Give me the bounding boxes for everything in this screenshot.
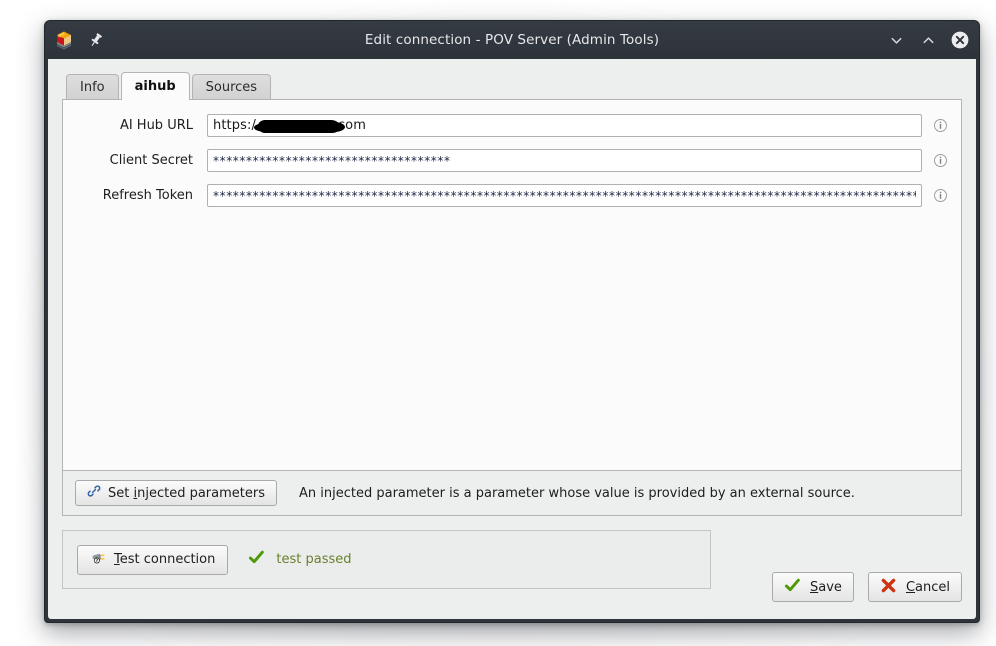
chevron-up-icon[interactable] [919,31,937,49]
save-button[interactable]: Save [772,572,854,602]
window-title: Edit connection - POV Server (Admin Tool… [45,32,979,48]
tab-sources[interactable]: Sources [192,74,271,99]
connector-plug-icon: ? [90,549,107,570]
save-button-label: Save [810,580,842,595]
chevron-down-icon[interactable] [887,31,905,49]
set-injected-parameters-label: Set injected parameters [108,486,265,501]
info-circle-icon[interactable] [931,153,949,168]
injected-parameters-hint: An injected parameter is a parameter who… [299,486,855,501]
test-status: test passed [248,549,351,570]
ai-hub-url-input[interactable]: https:/ com [207,114,922,137]
refresh-token-label: Refresh Token [75,188,207,203]
tab-info[interactable]: Info [66,74,119,99]
tab-aihub[interactable]: aihub [121,72,190,100]
info-circle-icon[interactable] [931,118,949,133]
cancel-button-label: Cancel [906,580,950,595]
edit-connection-dialog: Edit connection - POV Server (Admin Tool… [44,20,980,623]
database-stack-icon [53,29,75,51]
form-row-refresh-token: Refresh Token **************************… [75,184,949,207]
client-secret-input[interactable]: ************************************ [207,149,922,172]
form-row-ai-hub-url: AI Hub URL https:/ com [75,114,949,137]
aihub-form-panel: AI Hub URL https:/ com [62,99,962,471]
info-circle-icon[interactable] [931,188,949,203]
test-connection-button[interactable]: ? Test connection [77,545,228,575]
ai-hub-url-value-prefix: https:/ [213,118,256,133]
set-injected-parameters-button[interactable]: Set injected parameters [75,480,277,506]
check-mark-icon [784,577,801,598]
refresh-token-value: ****************************************… [213,189,916,203]
test-connection-label: Test connection [114,552,215,567]
form-row-client-secret: Client Secret **************************… [75,149,949,172]
redaction-bar [258,120,340,133]
client-secret-value: ************************************ [213,154,451,168]
dialog-body: Info aihub Sources AI Hub URL https:/ co… [48,59,976,619]
check-mark-icon [248,549,265,570]
cancel-button[interactable]: Cancel [868,572,962,602]
pin-icon[interactable] [88,32,104,48]
dialog-action-buttons: Save Cancel [772,572,962,606]
refresh-token-input[interactable]: ****************************************… [207,184,922,207]
close-circle-icon[interactable] [951,31,969,49]
cross-mark-icon [880,577,897,598]
client-secret-label: Client Secret [75,153,207,168]
test-connection-group: ? Test connection test passed [62,530,711,589]
tab-bar: Info aihub Sources [66,71,962,99]
link-chain-icon [87,484,101,502]
ai-hub-url-label: AI Hub URL [75,118,207,133]
injected-parameters-bar: Set injected parameters An injected para… [62,471,962,516]
title-bar[interactable]: Edit connection - POV Server (Admin Tool… [45,21,979,59]
dialog-footer: ? Test connection test passed [62,516,962,606]
test-status-text: test passed [276,552,351,567]
